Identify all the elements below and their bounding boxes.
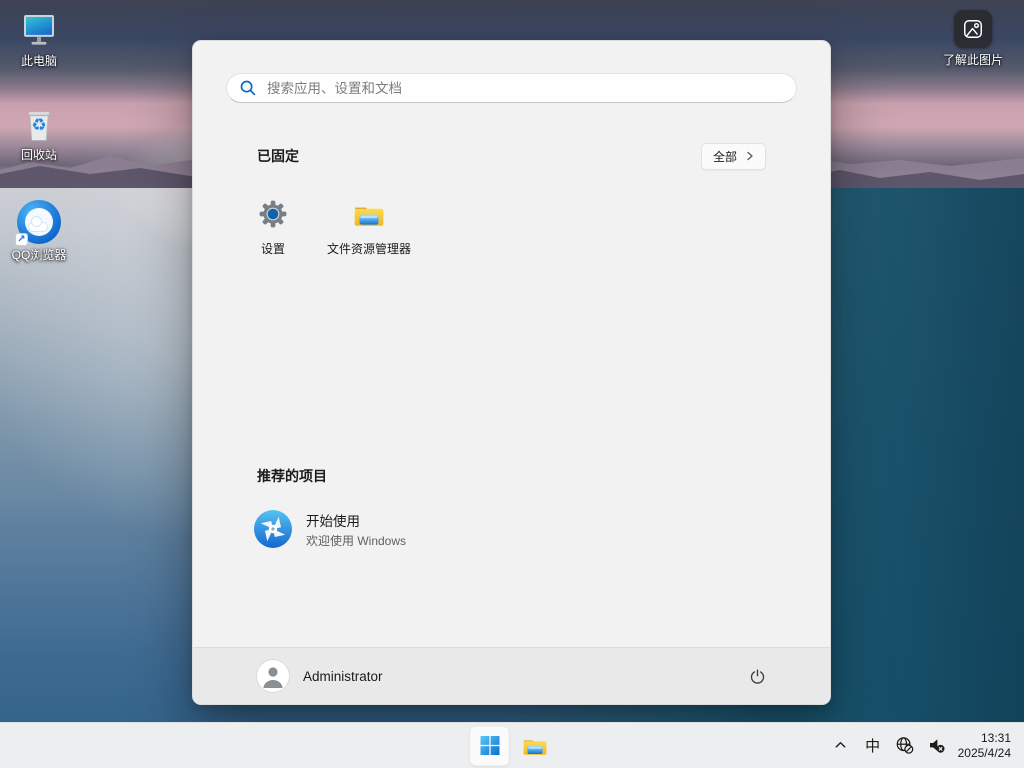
- taskbar: 中 13:31: [0, 722, 1024, 768]
- clock-time: 13:31: [958, 731, 1011, 746]
- pinned-title: 已固定: [257, 146, 299, 166]
- chevron-right-icon: [746, 151, 754, 161]
- desktop-icon-label: 此电脑: [21, 54, 57, 68]
- get-started-icon: [253, 509, 293, 549]
- recommended-section-header: 推荐的项目: [257, 466, 327, 486]
- recommended-title: 推荐的项目: [257, 468, 327, 484]
- pinned-section-header: 已固定 全部: [257, 142, 766, 170]
- search-input[interactable]: [226, 73, 797, 103]
- cloud-icon: [29, 223, 47, 231]
- recommended-item-subtitle: 欢迎使用 Windows: [306, 532, 406, 549]
- recommended-item-title: 开始使用: [306, 510, 406, 530]
- all-apps-button[interactable]: 全部: [701, 143, 766, 170]
- start-button[interactable]: [470, 726, 510, 766]
- desktop-icon-recycle-bin[interactable]: ♻ 回收站: [6, 104, 72, 162]
- taskbar-file-explorer-button[interactable]: [515, 726, 555, 766]
- start-menu-user-bar: Administrator: [193, 647, 830, 704]
- taskbar-center-buttons: [470, 723, 555, 768]
- monitor-icon: [19, 10, 59, 50]
- volume-button[interactable]: [924, 729, 950, 763]
- windows-logo-icon: [480, 736, 499, 755]
- spotlight-label: 了解此图片: [943, 53, 1003, 67]
- system-tray: 中 13:31: [822, 723, 1024, 768]
- clock-date: 2025/4/24: [958, 746, 1011, 761]
- power-icon: [748, 667, 767, 686]
- pinned-app-label: 设置: [261, 240, 285, 257]
- pinned-app-label: 文件资源管理器: [327, 240, 411, 257]
- folder-icon: [352, 197, 386, 231]
- user-profile-button[interactable]: Administrator: [257, 660, 383, 692]
- ime-indicator[interactable]: 中: [860, 729, 886, 763]
- desktop-wallpaper: 此电脑 ♻ 回收站 ↗ QQ浏览器 了解此图片: [0, 0, 1024, 768]
- search-box: [226, 73, 797, 103]
- shortcut-arrow-icon: ↗: [15, 233, 28, 246]
- speaker-muted-icon: [927, 736, 946, 755]
- search-icon: [239, 79, 257, 97]
- all-apps-label: 全部: [713, 148, 737, 165]
- clock[interactable]: 13:31 2025/4/24: [958, 731, 1011, 761]
- pinned-app-file-explorer[interactable]: 文件资源管理器: [321, 189, 417, 275]
- hidden-icons-button[interactable]: [828, 729, 854, 763]
- desktop-icon-label: 回收站: [21, 148, 57, 162]
- folder-icon: [521, 732, 548, 759]
- qq-browser-icon: ↗: [17, 200, 61, 244]
- username: Administrator: [303, 669, 383, 684]
- network-status-button[interactable]: [892, 729, 918, 763]
- desktop-icon-label: QQ浏览器: [12, 248, 67, 262]
- settings-gear-icon: [256, 197, 290, 231]
- pinned-apps-grid: 设置 文件资源管理器: [225, 189, 798, 275]
- desktop-icon-qq-browser[interactable]: ↗ QQ浏览器: [6, 200, 72, 262]
- globe-offline-icon: [895, 736, 914, 755]
- desktop-icon-this-pc[interactable]: 此电脑: [6, 10, 72, 68]
- recycle-bin-icon: ♻: [20, 104, 58, 144]
- recommended-item-get-started[interactable]: 开始使用 欢迎使用 Windows: [241, 500, 541, 558]
- power-button[interactable]: [740, 659, 774, 693]
- spotlight-widget[interactable]: 了解此图片: [936, 10, 1010, 67]
- recycle-symbol: ♻: [31, 117, 46, 134]
- chevron-up-icon: [833, 738, 848, 753]
- pinned-app-settings[interactable]: 设置: [225, 189, 321, 275]
- start-menu: 已固定 全部: [192, 40, 831, 705]
- user-avatar-icon: [257, 660, 289, 692]
- picture-icon: [954, 10, 992, 48]
